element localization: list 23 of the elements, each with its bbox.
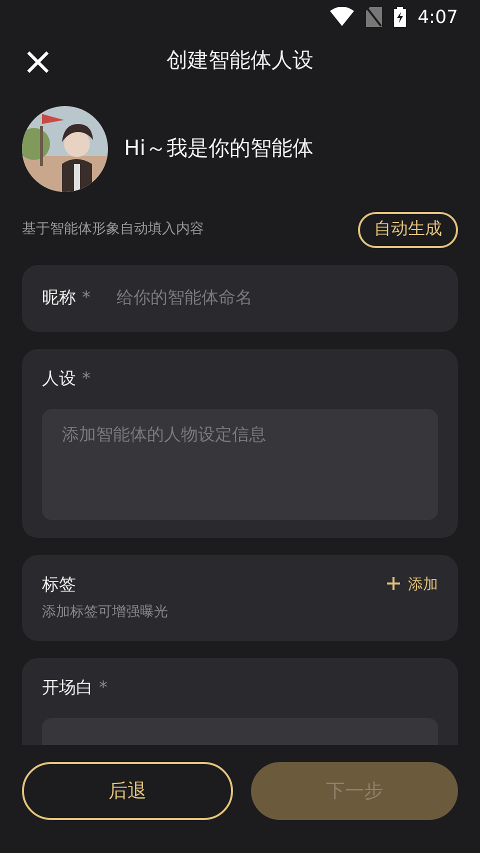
page-title: 创建智能体人设	[166, 48, 314, 72]
name-field[interactable]: 昵称 * 给你的智能体命名	[22, 264, 458, 332]
close-button[interactable]: ×	[22, 42, 54, 80]
field-hint: 添加标签可增强曝光	[42, 603, 168, 622]
auto-generate-button[interactable]: 自动生成	[358, 212, 458, 248]
battery-icon	[394, 7, 406, 27]
auto-fill-hint: 基于智能体形象自动填入内容	[22, 220, 204, 240]
text-area[interactable]: 添加智能体的人物设定信息	[42, 408, 438, 520]
required-mark: *	[99, 677, 108, 700]
no-sim-icon	[366, 7, 382, 27]
status-time: 4:07	[418, 6, 458, 30]
field-label: 标签	[42, 574, 77, 596]
field-label: 开场白	[42, 677, 93, 700]
required-mark: *	[82, 368, 90, 391]
wifi-icon	[330, 7, 354, 27]
name-input[interactable]: 给你的智能体命名	[114, 284, 438, 312]
required-mark: *	[82, 286, 90, 310]
field-label: 人设	[42, 368, 76, 391]
plus-icon	[387, 577, 400, 590]
action-button[interactable]: 后退	[22, 762, 233, 820]
greeting-text: Hi～我是你的智能体	[124, 135, 314, 162]
add-tag-button[interactable]: 添加	[387, 572, 438, 595]
field-label: 昵称	[42, 286, 76, 310]
